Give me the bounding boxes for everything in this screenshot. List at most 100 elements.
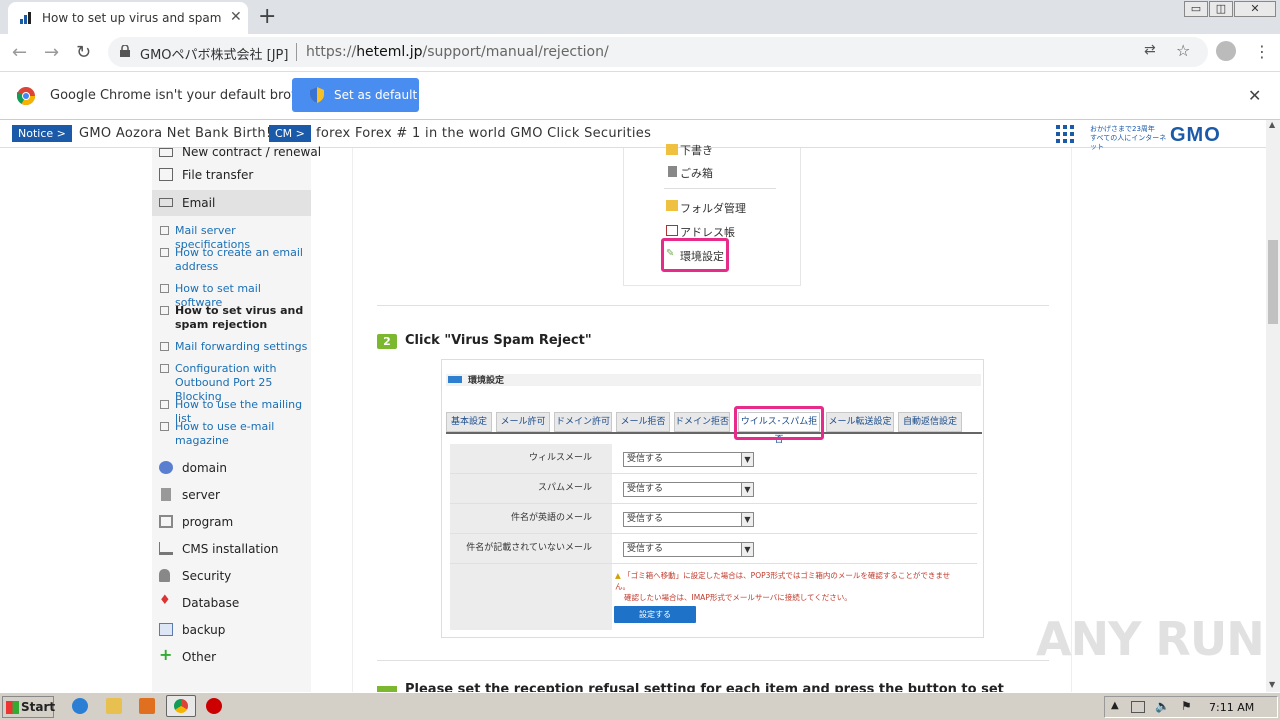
notice-pill[interactable]: Notice >: [12, 125, 72, 142]
sidebar-item-program[interactable]: program: [152, 510, 311, 534]
tray-expand-icon[interactable]: ▲: [1111, 700, 1119, 711]
select-box: 受信する ▼: [623, 452, 754, 467]
media-player-icon[interactable]: [139, 698, 155, 714]
file-transfer-icon: [159, 168, 173, 181]
close-window-button[interactable]: ✕: [1234, 1, 1276, 17]
omnibox[interactable]: GMOペパボ株式会社 [JP] https://heteml.jp/suppor…: [108, 37, 1208, 67]
clock[interactable]: 7:11 AM: [1209, 701, 1254, 714]
profile-avatar-icon[interactable]: [1216, 41, 1236, 61]
plus-icon: +: [159, 645, 173, 664]
gmo-logo[interactable]: GMO: [1170, 124, 1221, 147]
taskbar: Start ▲ 🔈 ⚑ 7:11 AM: [0, 692, 1280, 720]
cm-text[interactable]: forex Forex # 1 in the world GMO Click S…: [316, 126, 651, 141]
sidebar-item-email[interactable]: Email: [152, 190, 311, 216]
shield-app-icon[interactable]: [206, 698, 222, 714]
main-content: 下書き ごみ箱 フォルダ管理 アドレス帳 ✎ 環境設定 2 Click "Vir…: [352, 144, 1072, 694]
default-browser-infobar: Google Chrome isn't your default browser…: [0, 72, 1280, 120]
warning-icon: ▲: [615, 571, 621, 580]
sidebar-item-security[interactable]: Security: [152, 564, 311, 588]
notice-text[interactable]: GMO Aozora Net Bank Birth!: [79, 126, 271, 141]
step-heading: Please set the reception refusal setting…: [405, 682, 1004, 692]
bullet-icon: [160, 306, 169, 315]
set-as-default-label: Set as default: [334, 88, 418, 102]
restore-button[interactable]: ◫: [1209, 1, 1233, 17]
section-divider: [377, 305, 1049, 306]
network-icon[interactable]: [1131, 701, 1145, 713]
menu-drafts: 下書き: [680, 144, 713, 157]
tab-domain-allow: ドメイン許可: [554, 412, 612, 432]
sidebar-item-backup[interactable]: backup: [152, 618, 311, 642]
scrollbar-thumb[interactable]: [1268, 240, 1278, 324]
chrome-taskbar-icon: [174, 699, 188, 713]
address-toolbar: ← → ↻ GMOペパボ株式会社 [JP] https://heteml.jp/…: [0, 34, 1280, 72]
section-divider: [377, 660, 1049, 661]
sidebar-item-domain[interactable]: domain: [152, 456, 311, 480]
ie-icon[interactable]: [72, 698, 88, 714]
sidebar-item-cms[interactable]: CMS installation: [152, 537, 311, 561]
minimize-button[interactable]: ▭: [1184, 1, 1208, 17]
set-as-default-button[interactable]: Set as default: [292, 78, 419, 112]
infobar-message: Google Chrome isn't your default browser: [50, 88, 322, 103]
tab-basic: 基本設定: [446, 412, 492, 432]
tab-underline: [446, 432, 982, 434]
setting-row: 件名が英語のメール 受信する ▼: [450, 504, 977, 534]
highlight-virus-spam-tab: [734, 406, 824, 440]
submit-settings-button: 設定する: [614, 606, 696, 623]
folder-manage-icon: [666, 200, 678, 211]
url-text[interactable]: https://heteml.jp/support/manual/rejecti…: [306, 44, 609, 60]
step-heading: Click "Virus Spam Reject": [405, 333, 592, 348]
warning-note: ▲ 「ゴミ箱へ移動」に設定した場合は、POP3形式ではゴミ箱内のメールを確認する…: [615, 570, 965, 603]
globe-icon: [159, 461, 173, 474]
sidebar-item-database[interactable]: ♦ Database: [152, 591, 311, 615]
reload-icon[interactable]: ↻: [76, 42, 91, 63]
sidebar-item-other[interactable]: + Other: [152, 645, 311, 669]
flag-icon[interactable]: ⚑: [1181, 699, 1192, 713]
shield-icon: [310, 87, 324, 103]
tab-auto-reply: 自動返信設定: [898, 412, 962, 432]
dropdown-arrow-icon: ▼: [741, 483, 753, 496]
browser-tab[interactable]: How to set up virus and spam rejecti ✕: [8, 2, 248, 34]
volume-icon[interactable]: 🔈: [1155, 699, 1170, 713]
certificate-owner[interactable]: GMOペパボ株式会社 [JP]: [140, 44, 288, 63]
scroll-up-icon[interactable]: ▲: [1269, 120, 1275, 129]
sidebar-item-label: File transfer: [182, 168, 254, 182]
trash-icon: [668, 166, 677, 177]
page-scrollbar[interactable]: ▲ ▼: [1266, 120, 1280, 692]
new-tab-button[interactable]: +: [258, 4, 276, 29]
tab-close-icon[interactable]: ✕: [230, 9, 242, 25]
envelope-icon: [159, 198, 173, 207]
dropdown-arrow-icon: ▼: [741, 513, 753, 526]
sidebar: New contract / renewal File transfer Ema…: [152, 145, 321, 692]
tab-title: How to set up virus and spam rejecti: [42, 11, 222, 25]
menu-kebab-icon[interactable]: ⋮: [1254, 42, 1270, 61]
grid-dots-icon[interactable]: [1056, 125, 1074, 143]
translate-icon[interactable]: ⇄: [1144, 42, 1156, 58]
back-icon[interactable]: ←: [12, 42, 27, 63]
omnibox-separator: [296, 43, 297, 61]
chrome-logo-icon: [16, 87, 35, 106]
scroll-down-icon[interactable]: ▼: [1269, 680, 1275, 689]
sidebar-item-file-transfer[interactable]: File transfer: [152, 163, 311, 187]
gmo-tagline: おかげさまで23周年 すべての人にインターネット: [1090, 125, 1167, 151]
explorer-icon[interactable]: [106, 698, 122, 714]
sidebar-item-contract[interactable]: New contract / renewal: [152, 140, 321, 164]
browser-titlebar: How to set up virus and spam rejecti ✕ +…: [0, 0, 1280, 34]
infobar-close-icon[interactable]: ✕: [1248, 86, 1261, 105]
bookmark-star-icon[interactable]: ☆: [1176, 41, 1190, 60]
sidebar-item-server[interactable]: server: [152, 483, 311, 507]
forward-icon[interactable]: →: [44, 42, 59, 63]
server-icon: [161, 488, 171, 501]
settings-header: 環境設定: [446, 374, 981, 386]
menu-trash: ごみ箱: [680, 167, 713, 180]
bullet-icon: [160, 400, 169, 409]
setting-row: 件名が記載されていないメール 受信する ▼: [450, 534, 977, 564]
settings-screenshot: 環境設定 基本設定 メール許可 ドメイン許可 メール拒否 ドメイン拒否 ウイルス…: [441, 359, 984, 638]
bullet-icon: [160, 284, 169, 293]
folder-icon: [666, 144, 678, 155]
start-button[interactable]: Start: [2, 696, 55, 718]
setting-row: スパムメール 受信する ▼: [450, 474, 977, 504]
select-box: 受信する ▼: [623, 512, 754, 527]
dropdown-arrow-icon: ▼: [741, 453, 753, 466]
dropdown-arrow-icon: ▼: [741, 543, 753, 556]
bullet-icon: [160, 422, 169, 431]
